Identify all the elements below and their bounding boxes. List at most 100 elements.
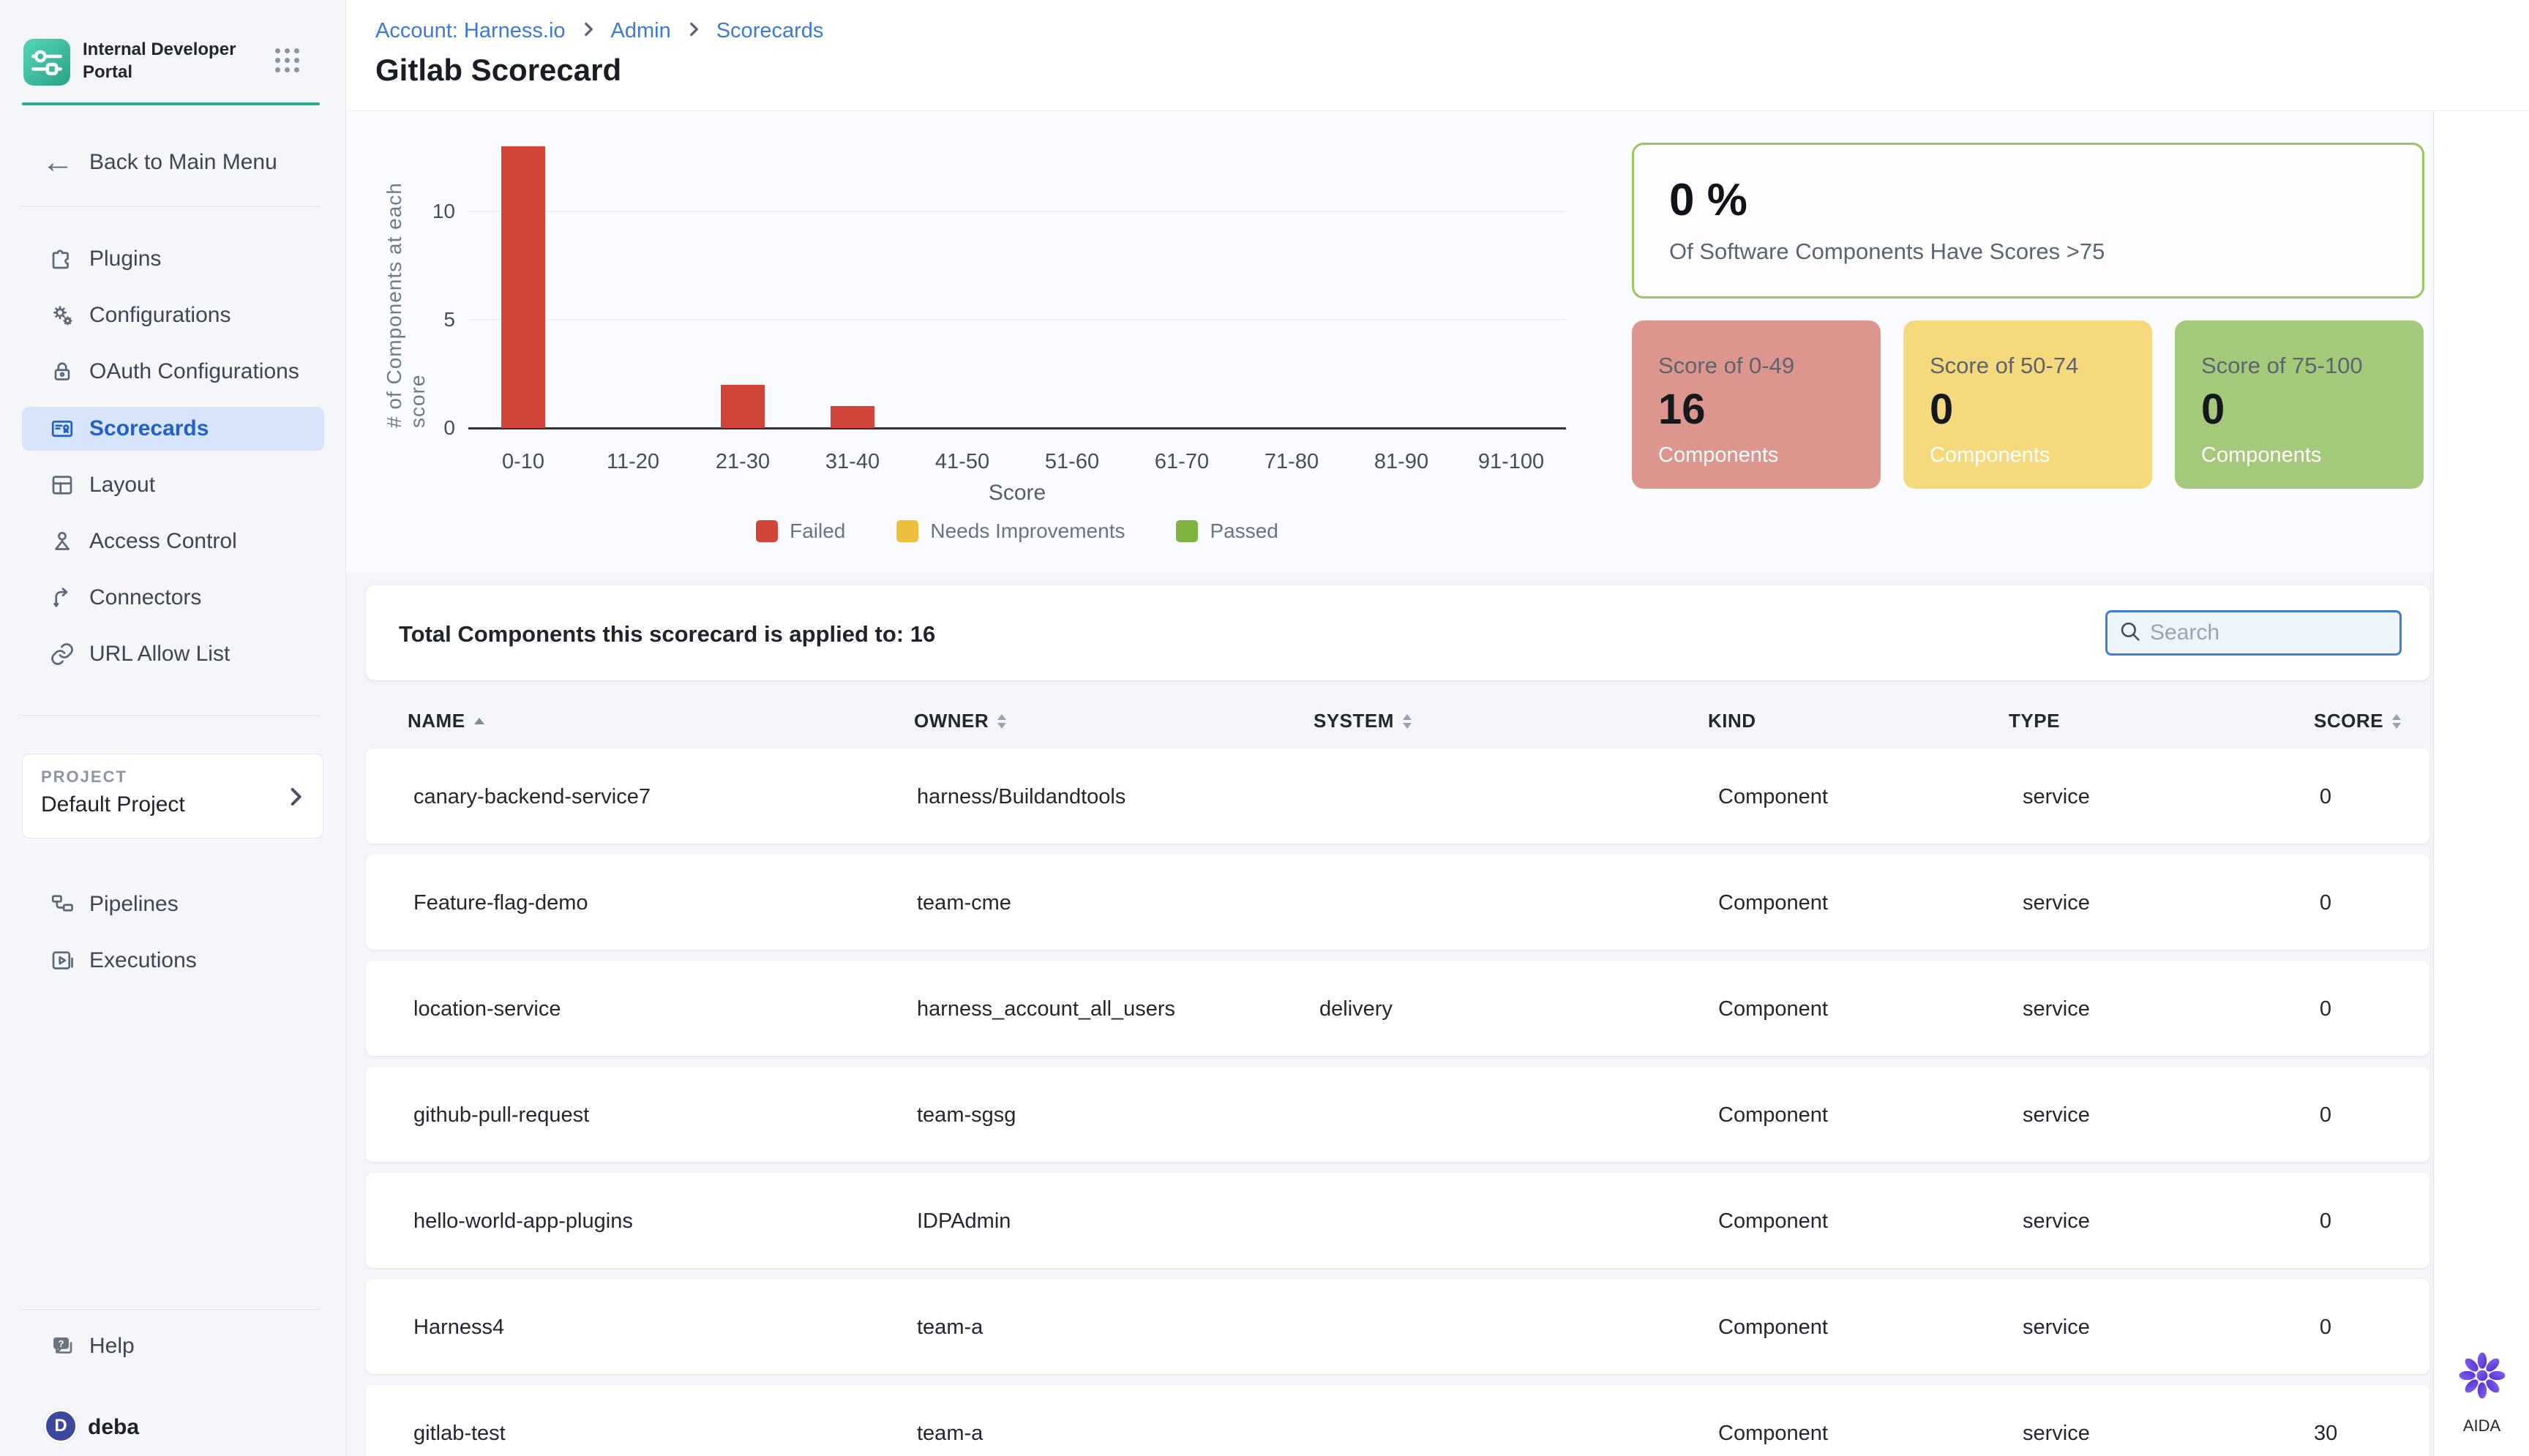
legend-swatch	[896, 520, 918, 542]
score-card-caption: Components	[2201, 443, 2321, 468]
chart-x-tick: 51-60	[1017, 450, 1127, 474]
column-header-owner[interactable]: OWNER	[914, 710, 1006, 732]
sort-icon	[997, 714, 1006, 729]
sidebar-item-label: Layout	[89, 473, 155, 498]
cell-type: service	[2023, 1316, 2090, 1340]
cell-name: canary-backend-service7	[413, 785, 651, 809]
search-box	[2105, 610, 2402, 656]
svg-text:?: ?	[59, 1338, 64, 1349]
breadcrumb-admin[interactable]: Admin	[611, 19, 671, 43]
score-card-value: 0	[2201, 385, 2225, 434]
sidebar-accent-divider	[22, 102, 320, 105]
cell-owner: harness/Buildandtools	[917, 785, 1125, 809]
cell-kind: Component	[1718, 1209, 1828, 1234]
project-label: PROJECT	[41, 768, 127, 787]
cell-name: location-service	[413, 997, 561, 1021]
cell-owner: team-cme	[917, 891, 1011, 915]
search-input[interactable]	[2150, 620, 2384, 645]
puzzle-icon	[48, 245, 76, 273]
column-header-system[interactable]: SYSTEM	[1314, 710, 1412, 732]
legend-item-needs-improvements[interactable]: Needs Improvements	[896, 519, 1125, 543]
cell-type: service	[2023, 1209, 2090, 1234]
cell-system: delivery	[1319, 997, 1393, 1021]
table-row-canary-backend-service7[interactable]: canary-backend-service7 harness/Buildandt…	[366, 748, 2429, 844]
headline-percent-value: 0 %	[1669, 174, 1747, 226]
sidebar-item-scorecards[interactable]: Scorecards	[22, 407, 324, 451]
sort-icon	[1403, 714, 1412, 729]
sidebar-item-label: Configurations	[89, 303, 231, 328]
chart-bar-21-30[interactable]	[721, 385, 765, 428]
score-card-value: 0	[1930, 385, 1953, 434]
user-menu[interactable]: D deba	[0, 1408, 346, 1452]
column-header-score[interactable]: SCORE	[2314, 710, 2401, 732]
cell-owner: team-sgsg	[917, 1103, 1016, 1127]
chart-bar-0-10[interactable]	[501, 146, 545, 428]
cell-type: service	[2023, 1422, 2090, 1446]
aida-icon	[2455, 1393, 2509, 1406]
cell-type: service	[2023, 1103, 2090, 1127]
chart-x-tick: 61-70	[1127, 450, 1237, 474]
breadcrumb-account[interactable]: Account: Harness.io	[375, 19, 566, 43]
sidebar-item-label: Pipelines	[89, 892, 179, 917]
legend-item-passed[interactable]: Passed	[1176, 519, 1278, 543]
app-grid-icon[interactable]	[275, 48, 304, 78]
score-card-label: Score of 75-100	[2201, 353, 2363, 379]
cell-kind: Component	[1718, 1316, 1828, 1340]
lock-icon	[48, 358, 76, 386]
scorecard-icon	[48, 415, 76, 443]
sidebar-item-pipelines[interactable]: Pipelines	[0, 877, 346, 932]
back-to-main-menu[interactable]: ← Back to Main Menu	[0, 135, 346, 190]
sidebar-item-label: Connectors	[89, 585, 201, 610]
chevron-right-icon	[684, 20, 703, 42]
legend-item-failed[interactable]: Failed	[756, 519, 845, 543]
chart-x-tick: 31-40	[798, 450, 907, 474]
gears-icon	[48, 301, 76, 329]
breadcrumb-scorecards[interactable]: Scorecards	[716, 19, 824, 43]
app-logo-icon[interactable]	[23, 39, 70, 86]
cell-owner: IDPAdmin	[917, 1209, 1011, 1234]
sidebar-item-executions[interactable]: Executions	[0, 933, 346, 988]
table-row-Harness4[interactable]: Harness4team-aComponentservice0	[366, 1279, 2429, 1374]
table-row-hello-world-app-plugins[interactable]: hello-world-app-plugins IDPAdmin Component…	[366, 1173, 2429, 1268]
column-header-kind[interactable]: KIND	[1708, 710, 1756, 732]
table-row-gitlab-test[interactable]: gitlab-testteam-aComponentservice30	[366, 1385, 2429, 1456]
branch-arrow-icon	[48, 584, 76, 612]
chart-x-axis-label: Score	[468, 481, 1566, 506]
headline-percent-card: 0 % Of Software Components Have Scores >…	[1632, 143, 2424, 299]
legend-text: Passed	[1210, 519, 1278, 543]
cell-score: 30	[2314, 1422, 2337, 1446]
cell-type: service	[2023, 891, 2090, 915]
legend-swatch	[756, 520, 778, 542]
sort-asc-icon	[474, 718, 484, 724]
sidebar-item-oauth-configurations[interactable]: OAuth Configurations	[0, 344, 346, 399]
table-row-github-pull-request[interactable]: github-pull-requestteam-sgsgComponentser…	[366, 1067, 2429, 1162]
project-name: Default Project	[41, 792, 185, 817]
table-row-location-service[interactable]: location-serviceharness_account_all_user…	[366, 961, 2429, 1056]
chart-bar-31-40[interactable]	[831, 406, 874, 428]
total-components-summary: Total Components this scorecard is appli…	[399, 621, 935, 648]
cell-type: service	[2023, 785, 2090, 809]
score-card-caption: Components	[1930, 443, 2050, 468]
sidebar-item-configurations[interactable]: Configurations	[0, 288, 346, 343]
chart-legend: Failed Needs Improvements Passed	[468, 519, 1566, 543]
chart-x-tick: 41-50	[907, 450, 1017, 474]
table-row-Feature-flag-demo[interactable]: Feature-flag-demoteam-cmeComponentservic…	[366, 855, 2429, 950]
sidebar-item-connectors[interactable]: Connectors	[0, 570, 346, 626]
layout-icon	[48, 471, 76, 499]
chart-y-axis-label: # of Components at each score	[391, 146, 421, 428]
score-range-cards: Score of 0-4916ComponentsScore of 50-740…	[1632, 320, 2424, 489]
aida-assistant-button[interactable]: AIDA	[2434, 1348, 2529, 1436]
sidebar-item-layout[interactable]: Layout	[0, 457, 346, 513]
breadcrumb: Account: Harness.io Admin Scorecards	[375, 19, 823, 43]
project-selector[interactable]: PROJECT Default Project	[22, 754, 323, 838]
cell-name: hello-world-app-plugins	[413, 1209, 633, 1234]
chevron-right-icon	[579, 20, 598, 42]
column-header-type[interactable]: TYPE	[2009, 710, 2060, 732]
back-label: Back to Main Menu	[89, 150, 277, 175]
column-header-name[interactable]: NAME	[408, 710, 484, 732]
chart-y-tick: 10	[411, 200, 455, 223]
sidebar-item-access-control[interactable]: Access Control	[0, 514, 346, 569]
sidebar-item-url-allow-list[interactable]: URL Allow List	[0, 626, 346, 682]
sidebar-item-help[interactable]: ? Help	[0, 1318, 346, 1374]
sidebar-item-plugins[interactable]: Plugins	[0, 231, 346, 287]
